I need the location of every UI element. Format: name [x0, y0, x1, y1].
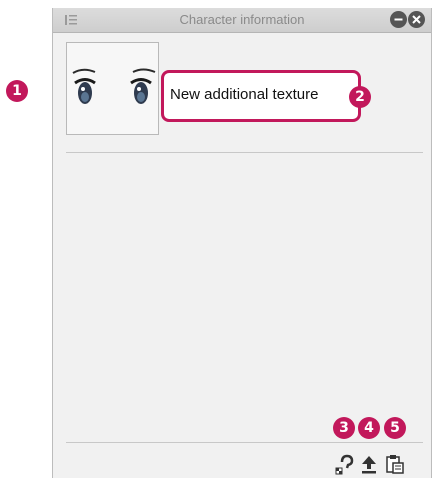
- bottom-divider: [66, 442, 423, 443]
- texture-set-icon[interactable]: [333, 453, 355, 475]
- close-icon[interactable]: [408, 11, 425, 28]
- annotation-marker-1: 1: [6, 80, 28, 102]
- character-thumbnail[interactable]: [66, 42, 159, 135]
- character-information-panel: Character information New additional tex…: [52, 8, 432, 478]
- top-divider: [66, 152, 423, 153]
- annotation-marker-2: 2: [349, 86, 371, 108]
- upload-icon[interactable]: [358, 453, 380, 475]
- panel-title: Character information: [179, 12, 305, 27]
- texture-name-label[interactable]: New additional texture: [170, 86, 318, 103]
- texture-name-highlight: New additional texture: [161, 70, 361, 122]
- annotation-marker-4: 4: [358, 417, 380, 439]
- annotation-marker-3: 3: [333, 417, 355, 439]
- paste-icon[interactable]: [384, 453, 406, 475]
- annotation-marker-5: 5: [384, 417, 406, 439]
- panel-titlebar: Character information: [53, 8, 431, 33]
- eyes-texture-image: [72, 68, 156, 104]
- minimize-icon[interactable]: [390, 11, 407, 28]
